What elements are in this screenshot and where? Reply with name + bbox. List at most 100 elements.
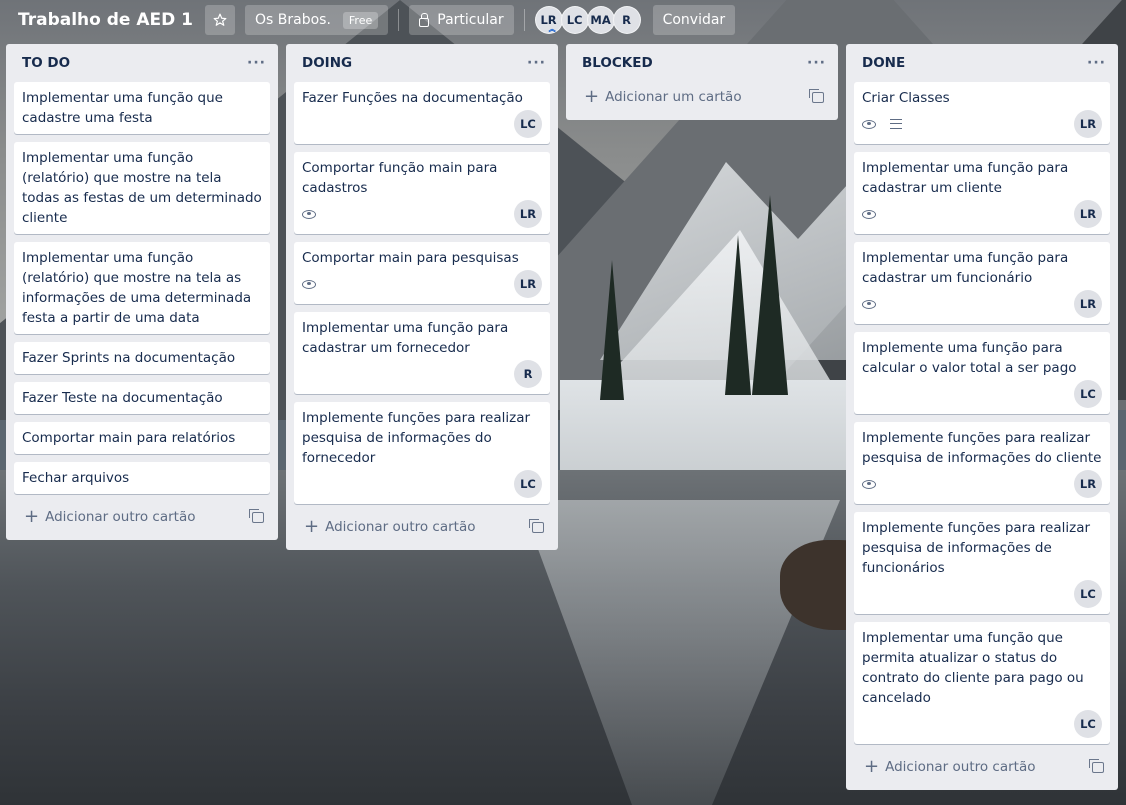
card-title: Implementar uma função (relatório) que m… bbox=[22, 250, 252, 326]
card[interactable]: Implementar uma função (relatório) que m… bbox=[14, 142, 270, 234]
eye-icon bbox=[302, 209, 316, 219]
card[interactable]: Implemente uma função para calcular o va… bbox=[854, 332, 1110, 414]
member-avatar[interactable]: R bbox=[612, 6, 641, 34]
card-member-avatar[interactable]: LC bbox=[1074, 380, 1102, 408]
card[interactable]: Comportar função main para cadastros LR bbox=[294, 152, 550, 234]
card-badges bbox=[862, 299, 890, 309]
more-horizontal-icon[interactable]: ··· bbox=[807, 56, 826, 70]
card-title: Criar Classes bbox=[862, 90, 950, 106]
more-horizontal-icon[interactable]: ··· bbox=[1087, 56, 1106, 70]
card[interactable]: Fechar arquivos bbox=[14, 462, 270, 494]
card-title: Implemente funções para realizar pesquis… bbox=[862, 520, 1091, 576]
card[interactable]: Implementar uma função para cadastrar um… bbox=[854, 152, 1110, 234]
card-title: Implementar uma função que cadastre uma … bbox=[22, 90, 223, 126]
list-blocked: BLOCKED ··· + Adicionar um cartão bbox=[566, 44, 838, 120]
card-footer: R bbox=[302, 360, 542, 388]
card-title: Implemente funções para realizar pesquis… bbox=[862, 430, 1102, 466]
lock-icon bbox=[419, 12, 430, 27]
card-member-avatar[interactable]: LC bbox=[514, 470, 542, 498]
card-member-avatar[interactable]: R bbox=[514, 360, 542, 388]
list-title[interactable]: TO DO bbox=[22, 55, 70, 71]
card[interactable]: Implementar uma função que cadastre uma … bbox=[14, 82, 270, 134]
card-footer: LC bbox=[302, 110, 542, 138]
card-member-avatar[interactable]: LR bbox=[514, 200, 542, 228]
card-member-avatar[interactable]: LC bbox=[1074, 580, 1102, 608]
list-title[interactable]: DONE bbox=[862, 55, 905, 71]
eye-icon bbox=[862, 479, 876, 489]
eye-icon bbox=[862, 119, 876, 129]
plus-icon: + bbox=[24, 506, 40, 527]
card[interactable]: Implementar uma função para cadastrar um… bbox=[854, 242, 1110, 324]
star-button[interactable] bbox=[205, 5, 235, 35]
card-member-avatar[interactable]: LR bbox=[1074, 290, 1102, 318]
list-title[interactable]: BLOCKED bbox=[582, 55, 653, 71]
header-divider bbox=[398, 9, 400, 31]
card-template-icon[interactable] bbox=[249, 508, 264, 523]
card-title: Comportar main para pesquisas bbox=[302, 250, 519, 266]
add-card-button[interactable]: + Adicionar outro cartão bbox=[14, 502, 270, 532]
card[interactable]: Implementar uma função para cadastrar um… bbox=[294, 312, 550, 394]
visibility-button[interactable]: Particular bbox=[409, 5, 514, 35]
card[interactable]: Criar Classes LR bbox=[854, 82, 1110, 144]
plus-icon: + bbox=[584, 86, 600, 107]
eye-icon bbox=[302, 279, 316, 289]
card-footer: LC bbox=[862, 380, 1102, 408]
team-button[interactable]: Os Brabos. Free bbox=[245, 5, 389, 35]
team-name: Os Brabos. bbox=[255, 12, 331, 28]
card-title: Implementar uma função que permita atual… bbox=[862, 630, 1084, 706]
card-footer: LR bbox=[862, 110, 1102, 138]
star-icon bbox=[213, 13, 227, 26]
list-done: DONE ··· Criar Classes LR Implementar uma … bbox=[846, 44, 1118, 790]
add-card-button[interactable]: + Adicionar outro cartão bbox=[854, 752, 1110, 782]
card-member-avatar[interactable]: LC bbox=[1074, 710, 1102, 738]
list-todo: TO DO ··· Implementar uma função que cad… bbox=[6, 44, 278, 540]
card-badges bbox=[862, 479, 890, 489]
more-horizontal-icon[interactable]: ··· bbox=[527, 56, 546, 70]
card-badges bbox=[862, 209, 890, 219]
board-members: LR ︽ LC MA R bbox=[534, 6, 641, 34]
card[interactable]: Comportar main para pesquisas LR bbox=[294, 242, 550, 304]
board-header: Trabalho de AED 1 Os Brabos. Free Partic… bbox=[0, 0, 1126, 40]
card-title: Implemente uma função para calcular o va… bbox=[862, 340, 1077, 376]
more-horizontal-icon[interactable]: ··· bbox=[247, 56, 266, 70]
visibility-label: Particular bbox=[437, 12, 504, 28]
card-member-avatar[interactable]: LR bbox=[1074, 110, 1102, 138]
member-avatar[interactable]: LC bbox=[560, 6, 589, 34]
card[interactable]: Comportar main para relatórios bbox=[14, 422, 270, 454]
card-member-avatar[interactable]: LR bbox=[514, 270, 542, 298]
card[interactable]: Implemente funções para realizar pesquis… bbox=[854, 512, 1110, 614]
card-member-avatar[interactable]: LR bbox=[1074, 470, 1102, 498]
card-title: Implemente funções para realizar pesquis… bbox=[302, 410, 531, 466]
card[interactable]: Fazer Sprints na documentação bbox=[14, 342, 270, 374]
list-header: DOING ··· bbox=[294, 44, 550, 82]
card-footer: LR bbox=[862, 200, 1102, 228]
card-template-icon[interactable] bbox=[809, 88, 824, 103]
card-footer: LC bbox=[862, 710, 1102, 738]
card-title: Fechar arquivos bbox=[22, 470, 130, 486]
card-member-avatar[interactable]: LC bbox=[514, 110, 542, 138]
free-badge: Free bbox=[342, 11, 379, 29]
card-template-icon[interactable] bbox=[529, 518, 544, 533]
add-card-button[interactable]: + Adicionar um cartão bbox=[574, 82, 830, 112]
card[interactable]: Fazer Funções na documentação LC bbox=[294, 82, 550, 144]
board-title[interactable]: Trabalho de AED 1 bbox=[18, 10, 193, 30]
member-avatar[interactable]: LR ︽ bbox=[534, 6, 563, 34]
card[interactable]: Implementar uma função que permita atual… bbox=[854, 622, 1110, 744]
card-template-icon[interactable] bbox=[1089, 758, 1104, 773]
card[interactable]: Implemente funções para realizar pesquis… bbox=[294, 402, 550, 504]
card[interactable]: Implemente funções para realizar pesquis… bbox=[854, 422, 1110, 504]
invite-button[interactable]: Convidar bbox=[652, 5, 736, 35]
card-member-avatar[interactable]: LR bbox=[1074, 200, 1102, 228]
plus-icon: + bbox=[864, 756, 880, 777]
card-title: Comportar main para relatórios bbox=[22, 430, 236, 446]
card[interactable]: Fazer Teste na documentação bbox=[14, 382, 270, 414]
card[interactable]: Implementar uma função (relatório) que m… bbox=[14, 242, 270, 334]
admin-chevron-icon: ︽ bbox=[548, 25, 556, 33]
card-title: Implementar uma função (relatório) que m… bbox=[22, 150, 262, 226]
add-card-button[interactable]: + Adicionar outro cartão bbox=[294, 512, 550, 542]
card-footer: LR bbox=[862, 290, 1102, 318]
member-avatar[interactable]: MA bbox=[586, 6, 615, 34]
list-header: DONE ··· bbox=[854, 44, 1110, 82]
plus-icon: + bbox=[304, 516, 320, 537]
list-title[interactable]: DOING bbox=[302, 55, 352, 71]
